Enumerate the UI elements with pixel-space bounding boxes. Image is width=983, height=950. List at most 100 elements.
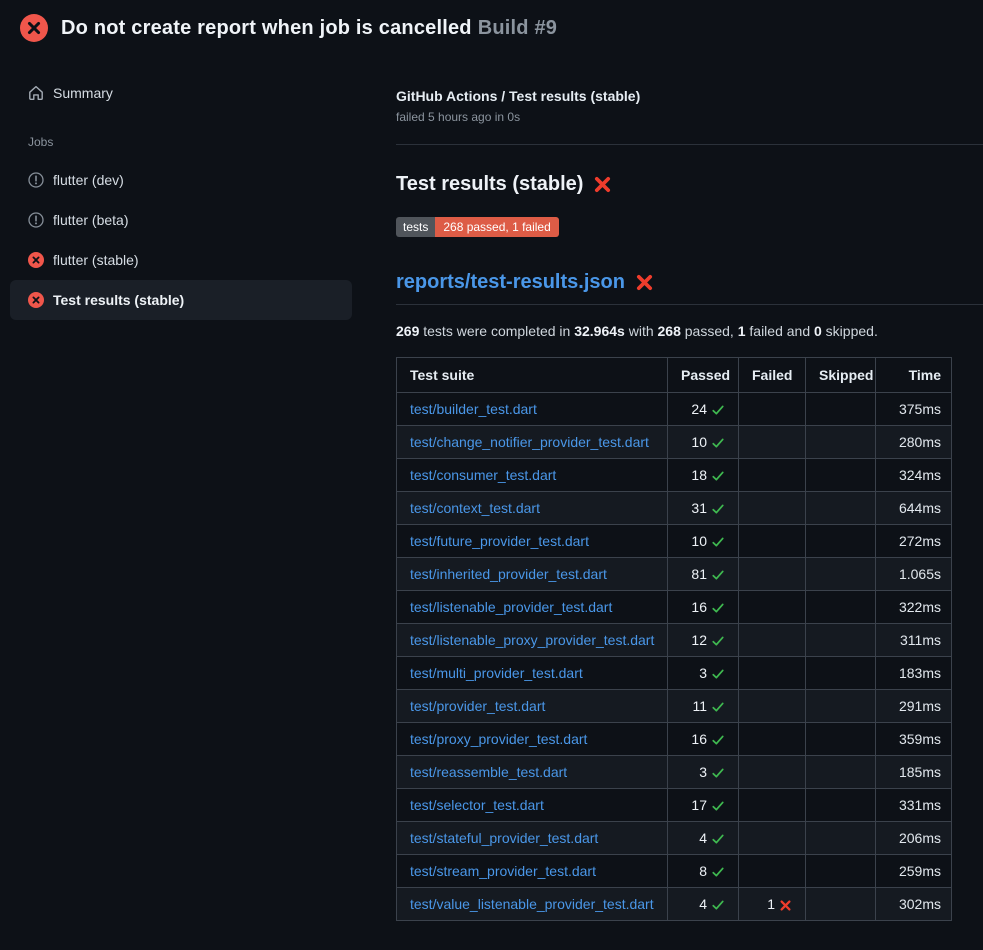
passed-count: 3 [699, 764, 707, 780]
passed-count: 4 [699, 896, 707, 912]
sidebar-item-flutter-beta[interactable]: flutter (beta) [10, 200, 352, 240]
table-row: test/reassemble_test.dart 3 185ms [397, 756, 952, 789]
test-suite-link[interactable]: test/stream_provider_test.dart [410, 863, 596, 879]
test-results-table: Test suite Passed Failed Skipped Time te… [396, 357, 952, 921]
table-row: test/stream_provider_test.dart 8 259ms [397, 855, 952, 888]
test-suite-link[interactable]: test/multi_provider_test.dart [410, 665, 583, 681]
check-icon [711, 832, 725, 846]
time-cell: 644ms [876, 492, 952, 525]
test-suite-link[interactable]: test/selector_test.dart [410, 797, 544, 813]
check-icon [711, 667, 725, 681]
test-suite-link[interactable]: test/future_provider_test.dart [410, 533, 589, 549]
column-header-passed: Passed [668, 358, 739, 393]
total-duration: 32.964s [574, 323, 625, 339]
test-suite-link[interactable]: test/value_listenable_provider_test.dart [410, 896, 654, 912]
failed-status-icon [20, 14, 48, 42]
test-suite-link[interactable]: test/proxy_provider_test.dart [410, 731, 587, 747]
time-cell: 291ms [876, 690, 952, 723]
sidebar-item-flutter-dev[interactable]: flutter (dev) [10, 160, 352, 200]
passed-count: 8 [699, 863, 707, 879]
check-icon [711, 535, 725, 549]
table-row: test/stateful_provider_test.dart 4 206ms [397, 822, 952, 855]
jobs-list: flutter (dev) flutter (beta) [10, 160, 352, 320]
neutral-status-icon [28, 212, 44, 228]
failed-count: 1 [767, 896, 775, 912]
sidebar-item-flutter-stable[interactable]: flutter (stable) [10, 240, 352, 280]
test-suite-link[interactable]: test/provider_test.dart [410, 698, 545, 714]
table-row: test/change_notifier_provider_test.dart … [397, 426, 952, 459]
time-cell: 259ms [876, 855, 952, 888]
time-cell: 359ms [876, 723, 952, 756]
check-icon [711, 733, 725, 747]
column-header-failed: Failed [739, 358, 806, 393]
check-icon [711, 865, 725, 879]
run-meta: failed 5 hours ago in 0s [396, 108, 983, 126]
time-cell: 331ms [876, 789, 952, 822]
time-cell: 324ms [876, 459, 952, 492]
home-icon [28, 85, 44, 101]
table-row: test/provider_test.dart 11 291ms [397, 690, 952, 723]
passed-count: 16 [691, 599, 707, 615]
skipped-total: 0 [814, 323, 822, 339]
check-icon [711, 568, 725, 582]
time-cell: 375ms [876, 393, 952, 426]
sidebar-item-label: Summary [53, 85, 113, 101]
test-suite-link[interactable]: test/context_test.dart [410, 500, 540, 516]
job-label: flutter (beta) [53, 212, 128, 228]
tests-badge: tests 268 passed, 1 failed [396, 217, 559, 237]
check-icon [711, 700, 725, 714]
cross-mark-icon [593, 175, 612, 194]
sidebar-item-test-results-stable[interactable]: Test results (stable) [10, 280, 352, 320]
sidebar-item-summary[interactable]: Summary [10, 73, 352, 113]
passed-count: 10 [691, 533, 707, 549]
table-row: test/builder_test.dart 24 375ms [397, 393, 952, 426]
column-header-time: Time [876, 358, 952, 393]
time-cell: 183ms [876, 657, 952, 690]
test-suite-link[interactable]: test/listenable_proxy_provider_test.dart [410, 632, 654, 648]
test-suite-link[interactable]: test/stateful_provider_test.dart [410, 830, 598, 846]
time-cell: 1.065s [876, 558, 952, 591]
table-row: test/value_listenable_provider_test.dart… [397, 888, 952, 921]
main-content: GitHub Actions / Test results (stable) f… [396, 56, 983, 921]
test-suite-link[interactable]: test/builder_test.dart [410, 401, 537, 417]
test-suite-link[interactable]: test/listenable_provider_test.dart [410, 599, 612, 615]
table-row: test/consumer_test.dart 18 324ms [397, 459, 952, 492]
table-row: test/future_provider_test.dart 10 272ms [397, 525, 952, 558]
passed-count: 24 [691, 401, 707, 417]
test-suite-link[interactable]: test/change_notifier_provider_test.dart [410, 434, 649, 450]
job-label: flutter (dev) [53, 172, 124, 188]
test-suite-link[interactable]: test/inherited_provider_test.dart [410, 566, 607, 582]
table-row: test/selector_test.dart 17 331ms [397, 789, 952, 822]
time-cell: 272ms [876, 525, 952, 558]
passed-count: 12 [691, 632, 707, 648]
passed-count: 4 [699, 830, 707, 846]
column-header-skipped: Skipped [806, 358, 876, 393]
breadcrumb: GitHub Actions / Test results (stable) [396, 86, 983, 106]
test-suite-link[interactable]: test/reassemble_test.dart [410, 764, 567, 780]
check-icon [711, 469, 725, 483]
table-row: test/inherited_provider_test.dart 81 1.0… [397, 558, 952, 591]
report-title: reports/test-results.json [396, 269, 983, 305]
neutral-status-icon [28, 172, 44, 188]
check-icon [711, 601, 725, 615]
report-title-link[interactable]: reports/test-results.json [396, 269, 625, 295]
column-header-test-suite: Test suite [397, 358, 668, 393]
build-header: Do not create report when job is cancell… [0, 0, 983, 56]
table-row: test/multi_provider_test.dart 3 183ms [397, 657, 952, 690]
passed-count: 31 [691, 500, 707, 516]
passed-total: 268 [658, 323, 681, 339]
passed-count: 17 [691, 797, 707, 813]
test-suite-link[interactable]: test/consumer_test.dart [410, 467, 556, 483]
build-number: Build #9 [478, 17, 557, 39]
failed-status-icon [28, 252, 44, 268]
results-summary: 269 tests were completed in 32.964s with… [396, 321, 983, 341]
failed-total: 1 [738, 323, 746, 339]
check-icon [711, 502, 725, 516]
check-icon [711, 799, 725, 813]
time-cell: 206ms [876, 822, 952, 855]
time-cell: 302ms [876, 888, 952, 921]
table-row: test/proxy_provider_test.dart 16 359ms [397, 723, 952, 756]
cross-mark-icon [635, 273, 654, 292]
table-row: test/context_test.dart 31 644ms [397, 492, 952, 525]
total-count: 269 [396, 323, 419, 339]
